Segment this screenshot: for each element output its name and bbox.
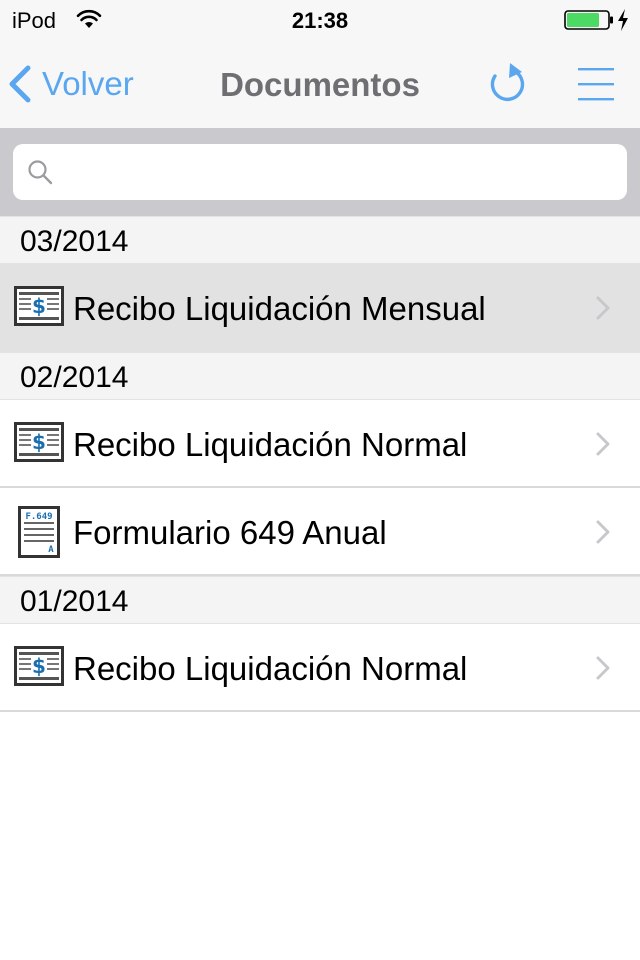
list-item-label: Formulario 649 Anual bbox=[73, 514, 387, 551]
svg-text:$: $ bbox=[32, 294, 46, 318]
status-bar: iPod 21:38 bbox=[0, 0, 640, 40]
navigation-bar: Volver Documentos bbox=[0, 40, 640, 128]
chevron-right-icon bbox=[596, 656, 610, 680]
search-bar bbox=[0, 128, 640, 216]
page-title: Documentos bbox=[220, 66, 420, 103]
section-header: 02/2014 bbox=[0, 352, 640, 400]
form-icon-code: F.649 bbox=[25, 512, 52, 522]
charging-bolt-icon bbox=[618, 9, 628, 31]
document-list: 03/2014 $ Recibo Liquidación Mensual 02/… bbox=[0, 216, 640, 712]
chevron-right-icon bbox=[596, 520, 610, 544]
list-item[interactable]: $ Recibo Liquidación Mensual bbox=[0, 264, 640, 352]
list-item-label: Recibo Liquidación Normal bbox=[73, 426, 468, 463]
section-header-label: 01/2014 bbox=[20, 585, 129, 618]
list-item-label: Recibo Liquidación Mensual bbox=[73, 290, 486, 327]
list-item-label: Recibo Liquidación Normal bbox=[73, 650, 468, 687]
form-icon-letter: A bbox=[48, 545, 54, 555]
receipt-icon: $ bbox=[14, 286, 64, 326]
svg-text:$: $ bbox=[32, 430, 46, 454]
section-header-label: 02/2014 bbox=[20, 361, 129, 394]
search-icon bbox=[28, 160, 53, 185]
clock-time: 21:38 bbox=[291, 8, 349, 33]
section-header: 01/2014 bbox=[0, 576, 640, 624]
receipt-icon: $ bbox=[14, 646, 64, 686]
list-item[interactable]: $ Recibo Liquidación Normal bbox=[0, 400, 640, 488]
receipt-icon: $ bbox=[14, 422, 64, 462]
svg-text:$: $ bbox=[32, 654, 46, 678]
list-item[interactable]: $ Recibo Liquidación Normal bbox=[0, 624, 640, 712]
chevron-right-icon bbox=[596, 296, 610, 320]
search-field[interactable] bbox=[13, 144, 627, 200]
refresh-icon[interactable] bbox=[484, 58, 530, 110]
section-header: 03/2014 bbox=[0, 216, 640, 264]
list-item[interactable]: F.649 A Formulario 649 Anual bbox=[0, 488, 640, 576]
section-header-label: 03/2014 bbox=[20, 225, 129, 258]
form-icon: F.649 A bbox=[18, 506, 60, 558]
chevron-right-icon bbox=[596, 432, 610, 456]
menu-icon[interactable] bbox=[574, 64, 618, 104]
search-input[interactable] bbox=[63, 152, 613, 192]
battery-icon bbox=[564, 10, 613, 30]
